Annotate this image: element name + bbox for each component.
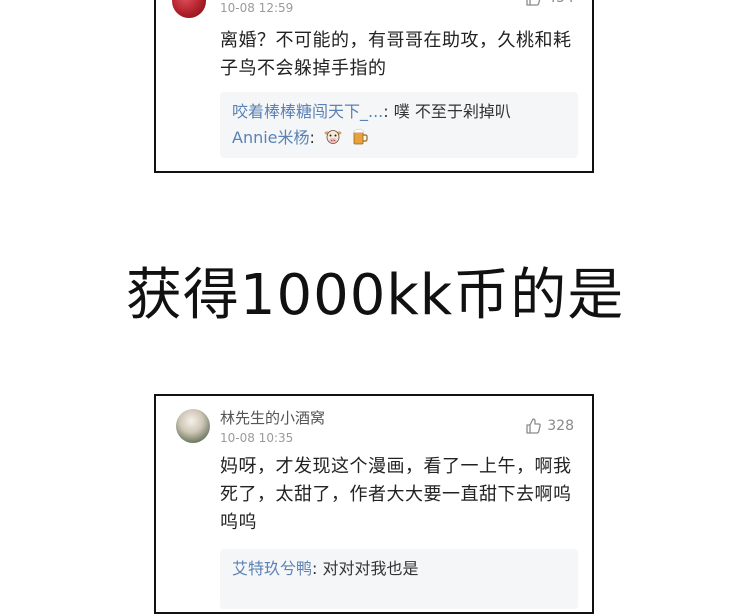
cow-face-emoji-icon [324,128,342,146]
avatar[interactable] [176,409,210,443]
reply-item: Annie米杨: [232,125,566,151]
like-count: 328 [547,418,574,434]
thumbs-up-icon [525,418,542,434]
thumbs-up-icon [525,0,541,6]
comment-timestamp: 10-08 12:59 [220,1,294,15]
beer-mug-emoji-icon [351,128,369,146]
comment-username[interactable]: 林先生的小酒窝 [220,407,325,428]
reply-item: 咬着棒棒糖闯天下_...: 噗 不至于剁掉叭 [232,102,511,121]
reply-username[interactable]: 咬着棒棒糖闯天下_... [232,102,383,121]
comment-card-bottom: 林先生的小酒窝 10-08 10:35 328 妈呀，才发现这个漫画，看了一上午… [154,394,594,614]
reply-username[interactable]: 艾特玖兮鸭 [232,559,312,578]
avatar[interactable] [172,0,206,18]
reply-item: 艾特玖兮鸭: 对对对我也是 [232,559,419,578]
like-button[interactable]: 454 [525,0,574,6]
like-button[interactable]: 328 [525,418,574,434]
comment-timestamp: 10-08 10:35 [220,431,294,445]
like-count: 454 [547,0,574,6]
comment-text: 妈呀，才发现这个漫画，看了一上午，啊我死了，太甜了，作者大大要一直甜下去啊呜呜呜 [220,456,572,533]
comment-card-top: 10-08 12:59 454 离婚？不可能的，有哥哥在助攻，久桃和耗子鸟不会躲… [154,0,594,173]
announcement-heading: 获得1000kk币的是 [125,263,625,328]
reply-username[interactable]: Annie米杨 [232,128,310,147]
comment-text: 离婚？不可能的，有哥哥在助攻，久桃和耗子鸟不会躲掉手指的 [220,30,572,79]
reply-box[interactable]: 艾特玖兮鸭: 对对对我也是 [220,549,578,609]
reply-text: 对对对我也是 [317,559,419,578]
reply-box[interactable]: 咬着棒棒糖闯天下_...: 噗 不至于剁掉叭 Annie米杨: [220,92,578,158]
reply-text: 噗 不至于剁掉叭 [388,102,511,121]
